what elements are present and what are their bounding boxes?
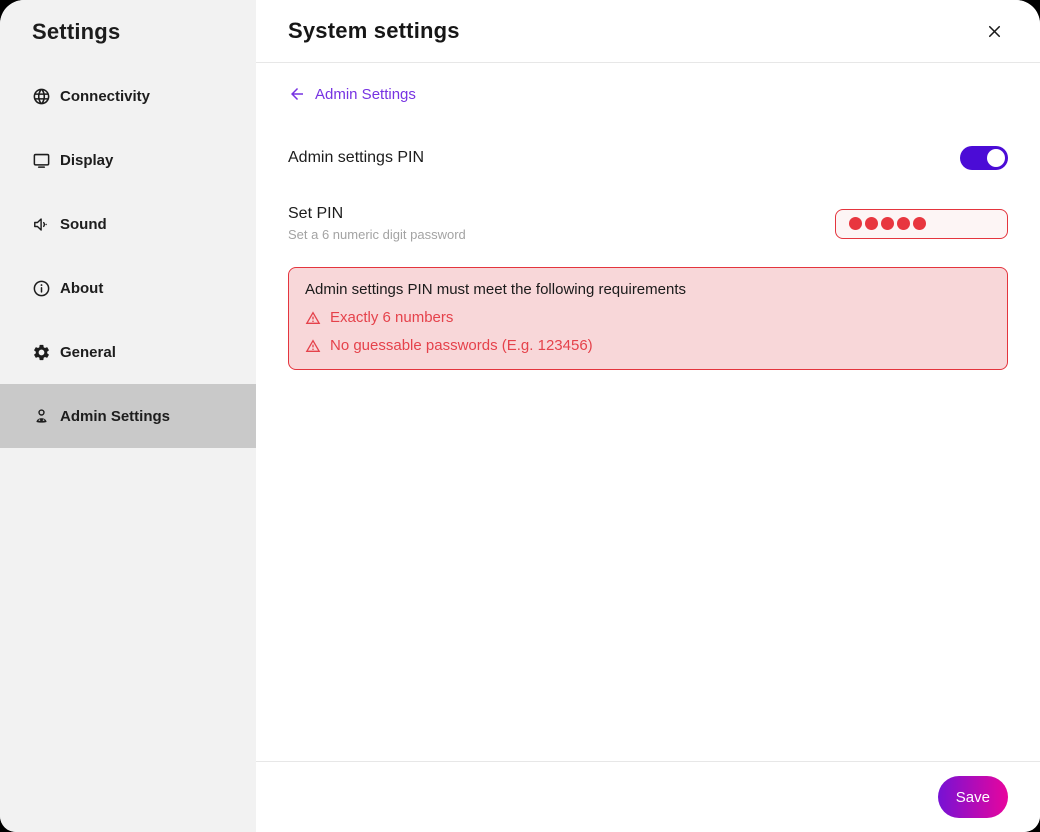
sidebar-item-label: Admin Settings xyxy=(60,408,170,425)
sidebar-title: Settings xyxy=(0,0,256,64)
globe-icon xyxy=(32,87,51,106)
admin-person-icon xyxy=(32,407,51,426)
pin-digit-dot xyxy=(913,217,926,230)
sidebar-item-general[interactable]: General xyxy=(0,320,256,384)
toggle-knob xyxy=(987,149,1005,167)
content-area: Admin Settings Admin settings PIN Set PI… xyxy=(256,63,1040,761)
display-icon xyxy=(32,151,51,170)
sidebar-item-label: Display xyxy=(60,152,113,169)
page-title: System settings xyxy=(288,18,460,44)
sidebar-item-label: Sound xyxy=(60,216,107,233)
warning-icon xyxy=(305,338,321,354)
save-button[interactable]: Save xyxy=(938,776,1008,818)
sidebar-item-connectivity[interactable]: Connectivity xyxy=(0,64,256,128)
sidebar-item-label: General xyxy=(60,344,116,361)
set-pin-description: Set a 6 numeric digit password xyxy=(288,227,466,242)
close-button[interactable] xyxy=(980,17,1008,45)
pin-error-item-label: No guessable passwords (E.g. 123456) xyxy=(330,337,593,354)
pin-digit-dot xyxy=(865,217,878,230)
dialog-header: System settings xyxy=(256,0,1040,63)
sound-icon xyxy=(32,215,51,234)
pin-error-item-label: Exactly 6 numbers xyxy=(330,309,453,326)
sidebar-item-label: About xyxy=(60,280,103,297)
pin-digit-dot xyxy=(897,217,910,230)
dialog-footer: Save xyxy=(256,761,1040,832)
main-panel: System settings Admin Settings Admin set… xyxy=(256,0,1040,832)
pin-input[interactable] xyxy=(835,209,1008,239)
info-icon xyxy=(32,279,51,298)
sidebar: Settings Connectivity Display Sound Abou… xyxy=(0,0,256,832)
admin-pin-label: Admin settings PIN xyxy=(288,149,424,167)
set-pin-text: Set PIN Set a 6 numeric digit password xyxy=(288,205,466,242)
close-icon xyxy=(985,22,1004,41)
pin-error-title: Admin settings PIN must meet the followi… xyxy=(305,281,991,298)
pin-error-item: No guessable passwords (E.g. 123456) xyxy=(305,337,991,354)
settings-window: Settings Connectivity Display Sound Abou… xyxy=(0,0,1040,832)
pin-error-box: Admin settings PIN must meet the followi… xyxy=(288,267,1008,370)
gear-icon xyxy=(32,343,51,362)
admin-pin-toggle[interactable] xyxy=(960,146,1008,170)
set-pin-row: Set PIN Set a 6 numeric digit password xyxy=(288,205,1008,242)
sidebar-item-sound[interactable]: Sound xyxy=(0,192,256,256)
back-link[interactable]: Admin Settings xyxy=(288,85,416,103)
sidebar-item-admin-settings[interactable]: Admin Settings xyxy=(0,384,256,448)
pin-digit-dot xyxy=(849,217,862,230)
pin-digit-dot xyxy=(881,217,894,230)
back-link-label: Admin Settings xyxy=(315,86,416,103)
back-arrow-icon xyxy=(288,85,306,103)
sidebar-item-label: Connectivity xyxy=(60,88,150,105)
warning-icon xyxy=(305,310,321,326)
admin-pin-row: Admin settings PIN xyxy=(288,144,1008,172)
pin-error-item: Exactly 6 numbers xyxy=(305,309,991,326)
sidebar-item-display[interactable]: Display xyxy=(0,128,256,192)
set-pin-label: Set PIN xyxy=(288,205,466,223)
sidebar-item-about[interactable]: About xyxy=(0,256,256,320)
